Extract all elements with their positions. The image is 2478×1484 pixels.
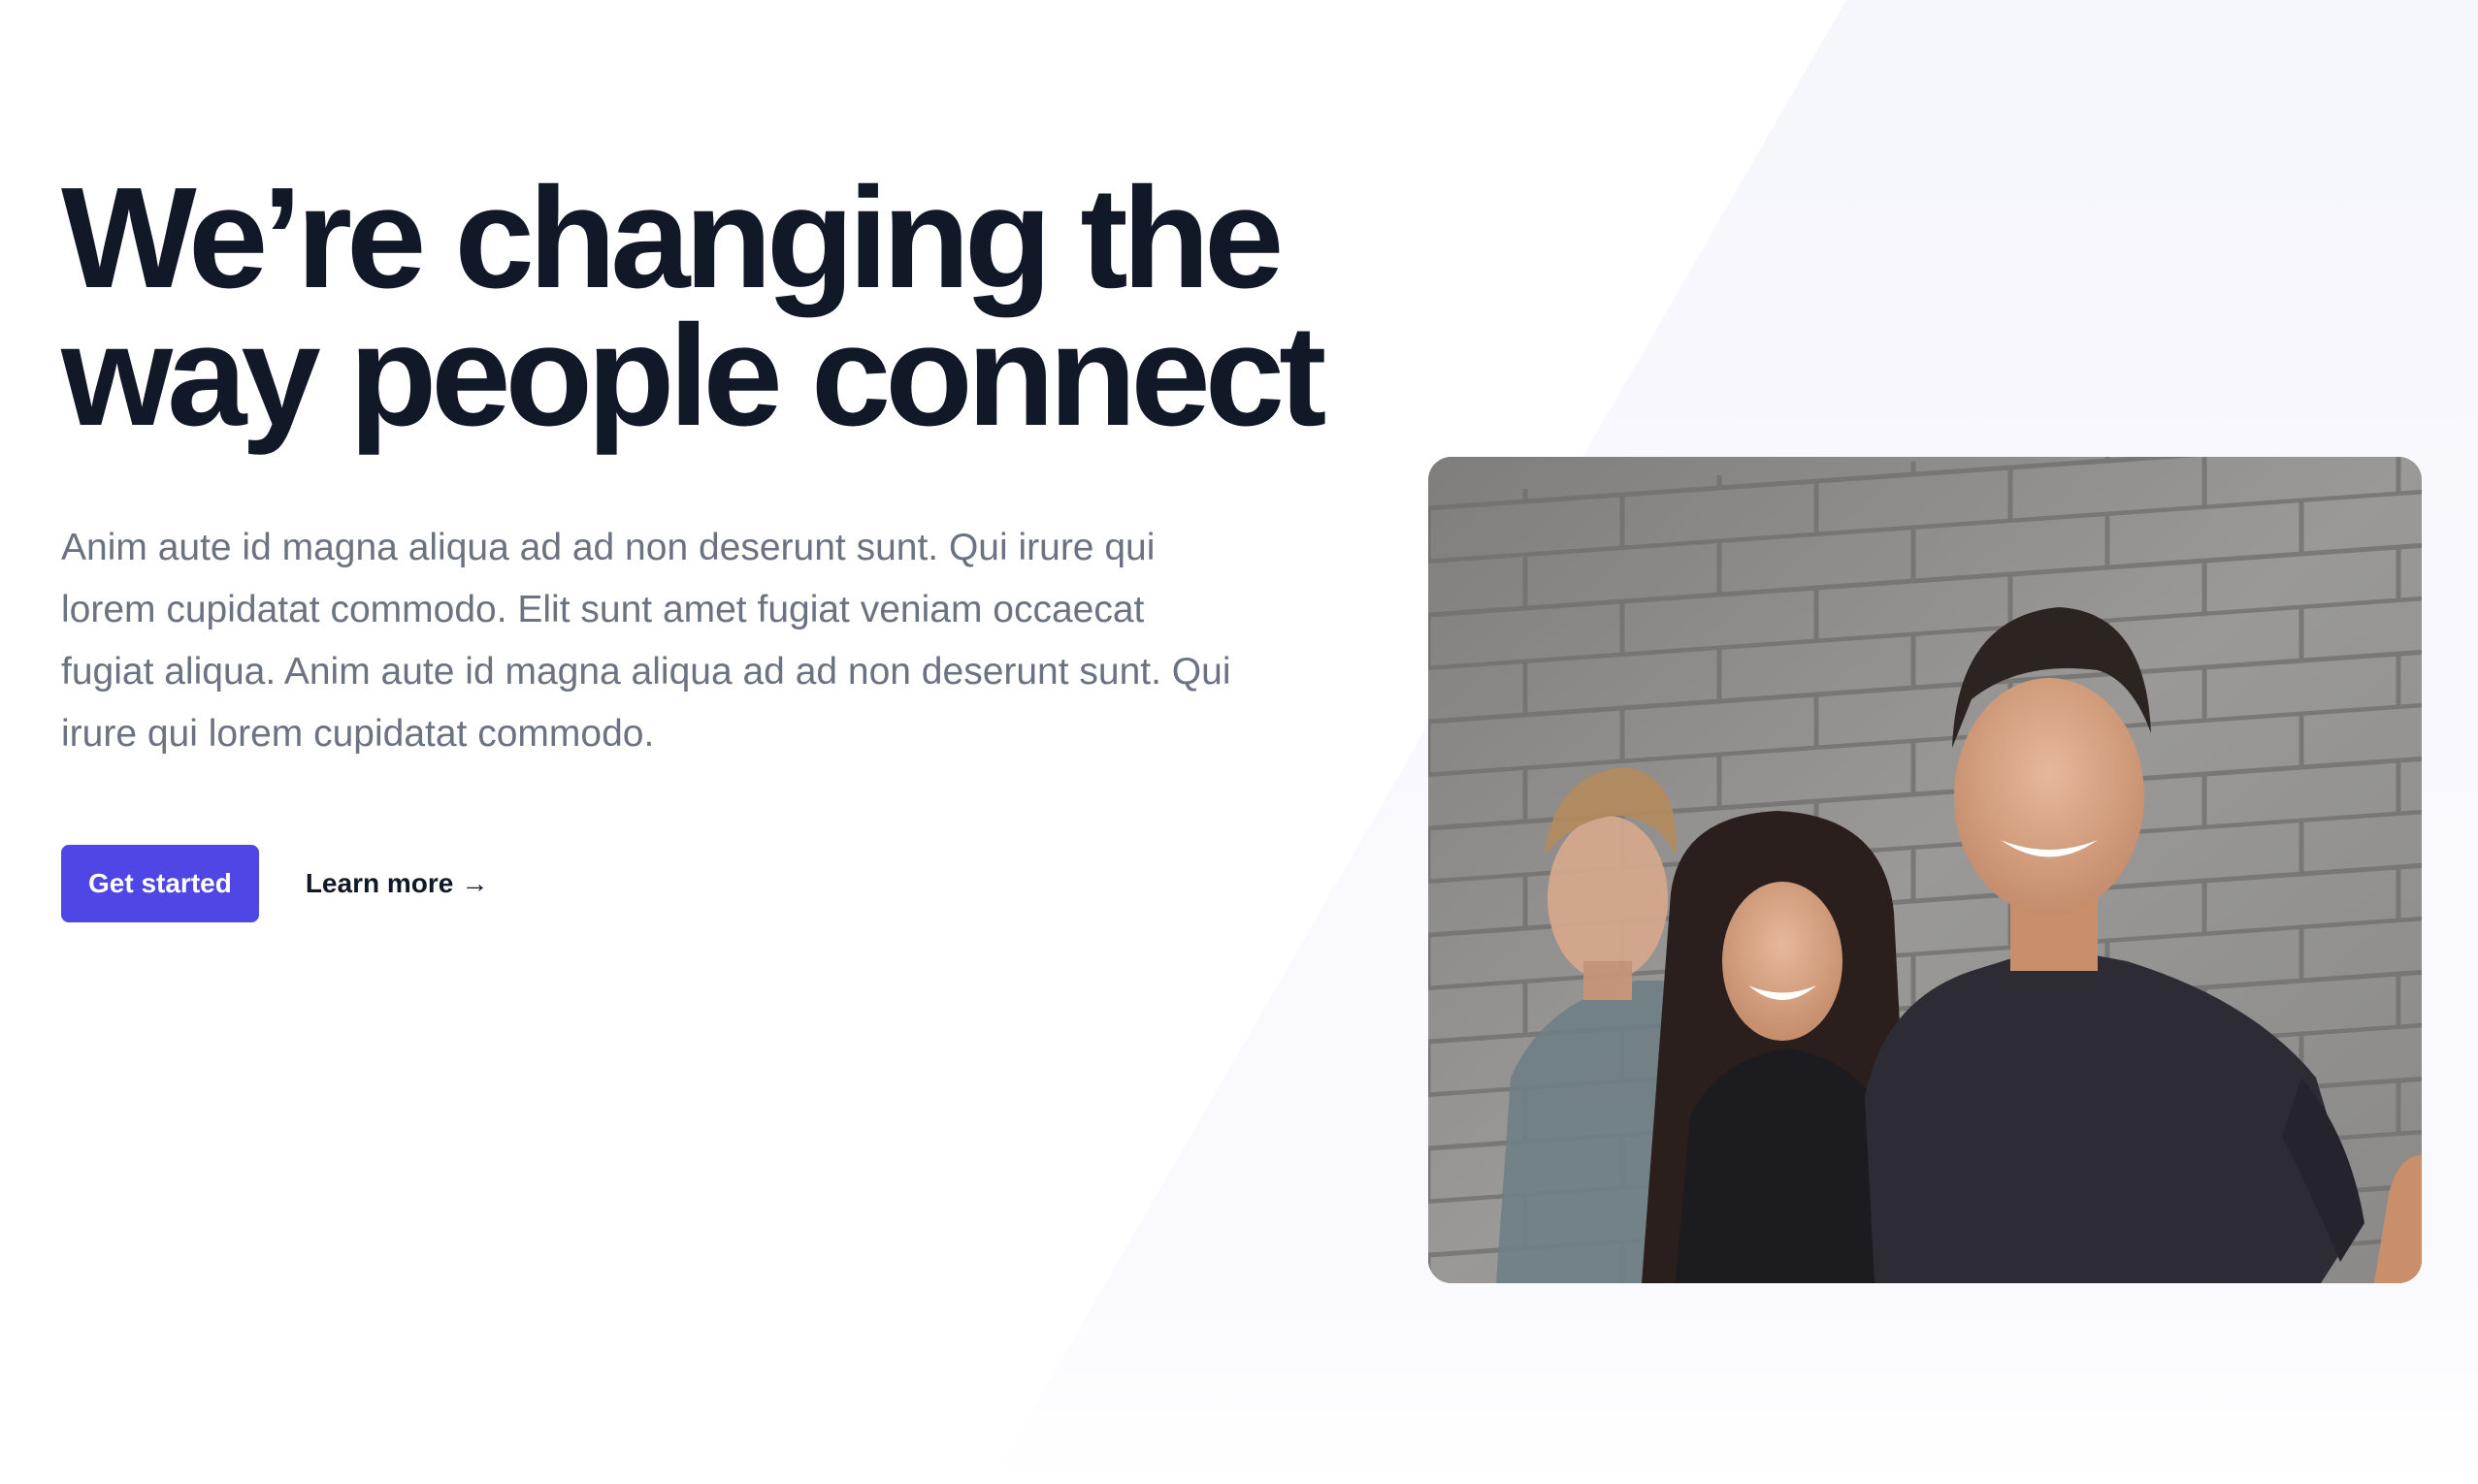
headline-line-2: way people connect bbox=[61, 296, 1326, 456]
get-started-button[interactable]: Get started bbox=[61, 845, 259, 922]
hero-description: Anim aute id magna aliqua ad ad non dese… bbox=[61, 527, 1231, 755]
headline-line-1: We’re changing the bbox=[61, 158, 1284, 318]
page-title: We’re changing the way people connect bbox=[61, 158, 1419, 456]
learn-more-label: Learn more bbox=[305, 868, 454, 898]
hero-actions: Get started Learn more → bbox=[61, 845, 488, 922]
learn-more-link[interactable]: Learn more → bbox=[306, 868, 489, 899]
team-photo bbox=[1428, 457, 2422, 1283]
arrow-right-icon: → bbox=[461, 868, 489, 898]
hero-section: We’re changing the way people connect An… bbox=[0, 0, 2478, 1484]
